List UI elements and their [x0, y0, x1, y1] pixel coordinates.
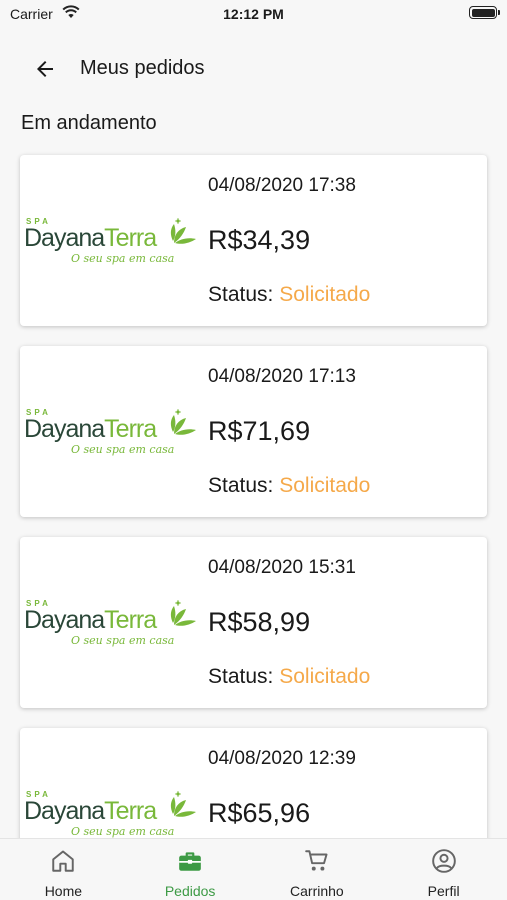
dayana-terra-logo: SPA DayanaTerra O seu spa em casa: [24, 790, 200, 842]
tab-carrinho-label: Carrinho: [290, 883, 344, 899]
logo-name-part1: Dayana: [24, 797, 105, 825]
status-label: Status:: [208, 474, 274, 497]
logo-name-part2: Terra: [104, 224, 157, 252]
logo-name-part1: Dayana: [24, 224, 105, 252]
app-header: Meus pedidos: [0, 45, 507, 93]
order-date: 04/08/2020 17:13: [208, 366, 356, 387]
order-card[interactable]: SPA DayanaTerra O seu spa em casa 04/08/…: [20, 537, 487, 708]
leaf-icon: [170, 409, 196, 435]
tab-perfil[interactable]: Perfil: [380, 839, 507, 900]
order-card[interactable]: SPA DayanaTerra O seu spa em casa 04/08/…: [20, 155, 487, 326]
tab-home-label: Home: [44, 883, 83, 899]
leaf-icon: [170, 791, 196, 817]
order-status: Status: Solicitado: [208, 474, 370, 498]
status-value: Solicitado: [279, 283, 371, 306]
order-date: 04/08/2020 15:31: [208, 557, 356, 578]
order-status: Status: Solicitado: [208, 665, 370, 689]
logo-brand-name: DayanaTerra: [24, 415, 157, 444]
section-title: Em andamento: [21, 112, 157, 134]
order-price: R$58,99: [208, 607, 311, 637]
home-icon: [52, 850, 75, 872]
order-card[interactable]: SPA DayanaTerra O seu spa em casa 04/08/…: [20, 346, 487, 517]
status-label: Status:: [208, 665, 274, 688]
bottom-tab-bar: Home Pedidos Carrinho Perfil: [0, 838, 507, 900]
dayana-terra-logo: SPA DayanaTerra O seu spa em casa: [24, 408, 200, 460]
briefcase-icon: [179, 852, 201, 871]
order-price: R$34,39: [208, 225, 311, 255]
tab-carrinho[interactable]: Carrinho: [254, 839, 381, 900]
logo-tagline: O seu spa em casa: [71, 634, 175, 647]
order-status: Status: Solicitado: [208, 283, 370, 307]
status-value: Solicitado: [279, 474, 371, 497]
order-date: 04/08/2020 17:38: [208, 175, 356, 196]
dayana-terra-logo: SPA DayanaTerra O seu spa em casa: [24, 217, 200, 269]
logo-brand-name: DayanaTerra: [24, 224, 157, 253]
order-price: R$71,69: [208, 416, 311, 446]
logo-tagline: O seu spa em casa: [71, 252, 175, 265]
logo-tagline: O seu spa em casa: [71, 443, 175, 456]
status-value: Solicitado: [279, 665, 371, 688]
tab-perfil-label: Perfil: [427, 883, 460, 899]
logo-name-part2: Terra: [104, 415, 157, 443]
orders-screen: Carrier 12:12 PM Meus pedidos Em andamen…: [0, 0, 507, 900]
account-circle-icon: [431, 849, 456, 873]
status-label: Status:: [208, 283, 274, 306]
tab-home[interactable]: Home: [0, 839, 127, 900]
logo-name-part2: Terra: [104, 797, 157, 825]
battery-icon: [469, 6, 500, 19]
back-arrow-icon[interactable]: [32, 57, 58, 81]
logo-brand-name: DayanaTerra: [24, 797, 157, 826]
page-title: Meus pedidos: [80, 57, 205, 79]
status-bar: Carrier 12:12 PM: [0, 0, 507, 30]
leaf-icon: [170, 600, 196, 626]
logo-tagline: O seu spa em casa: [71, 825, 175, 838]
order-date: 04/08/2020 12:39: [208, 748, 356, 769]
tab-pedidos[interactable]: Pedidos: [127, 839, 254, 900]
cart-icon: [305, 850, 328, 871]
tab-pedidos-label: Pedidos: [164, 883, 216, 899]
leaf-icon: [170, 218, 196, 244]
order-list: SPA DayanaTerra O seu spa em casa 04/08/…: [20, 155, 487, 900]
order-price: R$65,96: [208, 798, 311, 828]
logo-name-part1: Dayana: [24, 415, 105, 443]
logo-brand-name: DayanaTerra: [24, 606, 157, 635]
dayana-terra-logo: SPA DayanaTerra O seu spa em casa: [24, 599, 200, 651]
logo-name-part1: Dayana: [24, 606, 105, 634]
logo-name-part2: Terra: [104, 606, 157, 634]
clock: 12:12 PM: [223, 6, 284, 22]
